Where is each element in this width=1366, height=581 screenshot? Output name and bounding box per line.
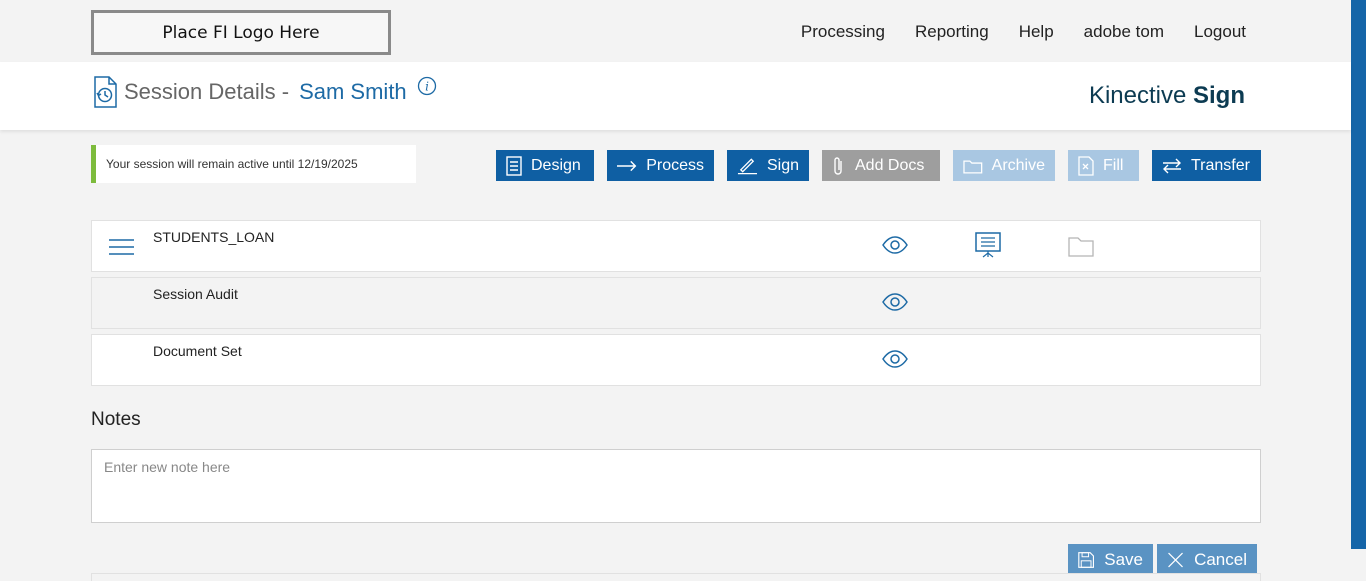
process-button[interactable]: Process xyxy=(607,150,714,181)
list-document-icon xyxy=(506,155,522,176)
brand-suffix: Sign xyxy=(1193,82,1245,109)
svg-text:i: i xyxy=(425,80,429,94)
notes-input[interactable] xyxy=(91,449,1261,523)
add-docs-button[interactable]: Add Docs xyxy=(822,150,940,181)
session-header: Session Details - Sam Smith i Kinective … xyxy=(0,62,1351,130)
page-title: Session Details - Sam Smith i xyxy=(92,76,437,108)
action-toolbar: Design Process Sign Add Docs Archive Fil… xyxy=(0,150,1351,181)
document-title: Session Audit xyxy=(153,286,238,302)
kinective-sign-brand: Kinective Sign xyxy=(1089,82,1245,110)
vertical-scrollbar[interactable] xyxy=(1351,0,1366,549)
sign-label: Sign xyxy=(766,156,799,174)
design-button[interactable]: Design xyxy=(496,150,594,181)
info-icon[interactable]: i xyxy=(417,76,437,96)
nav-help[interactable]: Help xyxy=(1019,22,1054,42)
fill-button[interactable]: Fill xyxy=(1068,150,1139,181)
notes-list-container xyxy=(91,573,1261,581)
customer-name: Sam Smith xyxy=(299,79,407,104)
transfer-label: Transfer xyxy=(1191,156,1250,174)
eye-icon[interactable] xyxy=(882,350,908,368)
process-label: Process xyxy=(646,156,704,174)
sign-button[interactable]: Sign xyxy=(727,150,809,181)
document-row[interactable]: Document Set xyxy=(91,334,1261,386)
form-document-icon xyxy=(1078,155,1094,176)
nav-logout[interactable]: Logout xyxy=(1194,22,1246,42)
main-nav: Processing Reporting Help adobe tom Logo… xyxy=(801,22,1246,42)
save-label: Save xyxy=(1104,550,1143,569)
session-details-label: Session Details - xyxy=(124,79,290,104)
cancel-button[interactable]: Cancel xyxy=(1157,544,1257,576)
document-row[interactable]: Session Audit xyxy=(91,277,1261,329)
eye-icon[interactable] xyxy=(882,293,908,311)
paperclip-icon xyxy=(834,156,842,175)
nav-reporting[interactable]: Reporting xyxy=(915,22,989,42)
nav-user-menu[interactable]: adobe tom xyxy=(1084,22,1164,42)
folder-icon[interactable] xyxy=(1068,235,1094,257)
signature-pen-icon xyxy=(737,157,758,174)
fi-logo-placeholder: Place FI Logo Here xyxy=(91,10,391,55)
archive-label: Archive xyxy=(991,156,1045,174)
transfer-arrows-icon xyxy=(1163,158,1181,173)
document-title: STUDENTS_LOAN xyxy=(153,229,275,245)
cancel-label: Cancel xyxy=(1194,550,1247,569)
arrow-right-icon xyxy=(617,160,637,171)
folder-icon xyxy=(963,159,983,174)
top-navigation-bar: Place FI Logo Here Processing Reporting … xyxy=(0,0,1351,62)
eye-icon[interactable] xyxy=(882,236,908,254)
add-docs-label: Add Docs xyxy=(855,156,925,174)
notes-heading: Notes xyxy=(91,409,141,430)
brand-prefix: Kinective xyxy=(1088,82,1187,109)
floppy-disk-icon xyxy=(1078,552,1095,568)
design-label: Design xyxy=(531,156,581,174)
nav-processing[interactable]: Processing xyxy=(801,22,885,42)
presentation-icon[interactable] xyxy=(975,232,1001,258)
save-button[interactable]: Save xyxy=(1068,544,1153,576)
document-title: Document Set xyxy=(153,343,242,359)
hamburger-icon[interactable] xyxy=(108,237,135,257)
document-history-icon xyxy=(94,76,117,108)
archive-button[interactable]: Archive xyxy=(953,150,1055,181)
transfer-button[interactable]: Transfer xyxy=(1152,150,1261,181)
close-icon xyxy=(1168,552,1183,568)
fill-label: Fill xyxy=(1103,156,1124,174)
document-row[interactable]: STUDENTS_LOAN xyxy=(91,220,1261,272)
